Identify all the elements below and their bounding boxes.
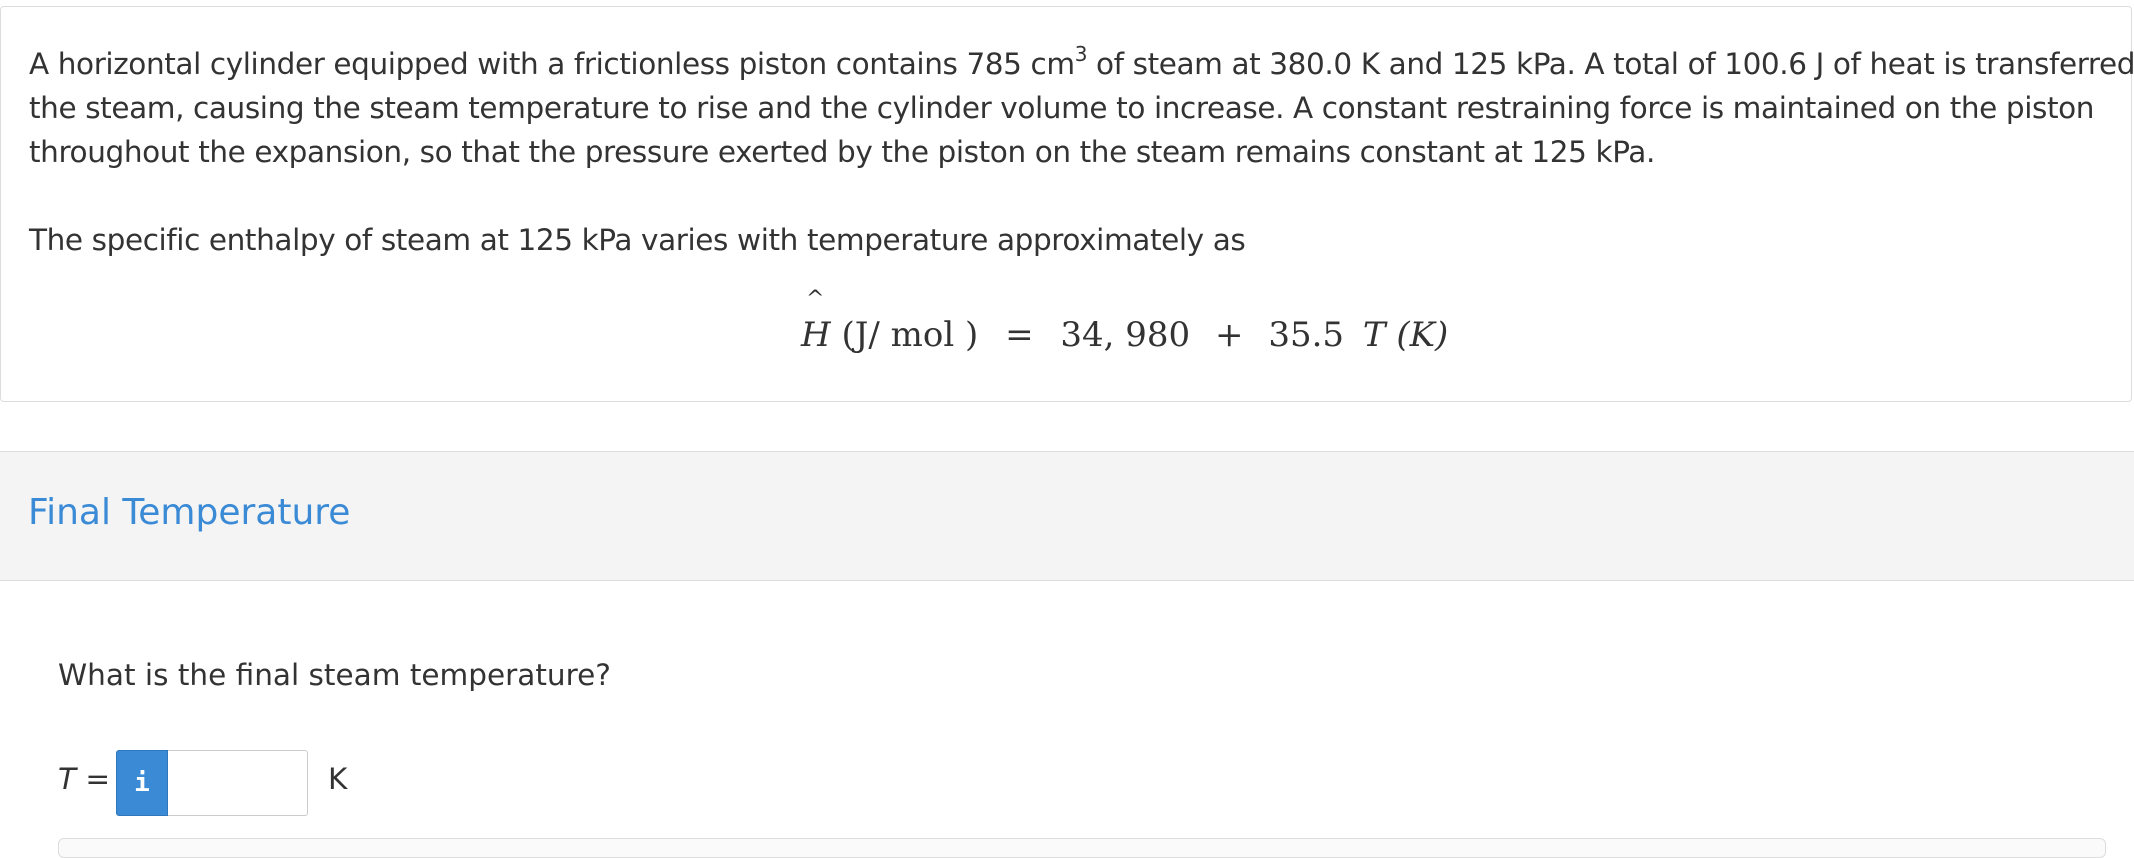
question-text: What is the final steam temperature? xyxy=(58,658,611,692)
equals-sign: = xyxy=(1005,315,1034,355)
superscript-3: 3 xyxy=(1074,42,1088,66)
section-header: Final Temperature xyxy=(0,451,2134,581)
info-icon: i xyxy=(134,768,150,798)
answer-variable-label: T = xyxy=(58,762,110,796)
equation-variable: T xyxy=(1362,315,1386,355)
feedback-panel xyxy=(58,838,2106,858)
enthalpy-equation: ^ H (J/ mol ) = 34, 980 + 35.5 T (K) xyxy=(801,287,1449,355)
info-icon-button[interactable]: i xyxy=(116,750,168,816)
equation-constant: 34, 980 xyxy=(1060,315,1191,355)
problem-line-1-rest: of steam at 380.0 K and 125 kPa. A total… xyxy=(1087,47,2134,81)
answer-equals: = xyxy=(76,762,111,796)
equation-coefficient: 35.5 xyxy=(1268,315,1345,355)
problem-line-3: throughout the expansion, so that the pr… xyxy=(29,135,1655,169)
problem-line-2: the steam, causing the steam temperature… xyxy=(29,91,2095,125)
problem-line-1-text: A horizontal cylinder equipped with a fr… xyxy=(29,47,1075,81)
enthalpy-intro-text: The specific enthalpy of steam at 125 kP… xyxy=(29,223,1246,257)
problem-statement-card: A horizontal cylinder equipped with a fr… xyxy=(0,6,2134,402)
answer-variable: T xyxy=(58,762,77,796)
problem-line-1: A horizontal cylinder equipped with a fr… xyxy=(29,42,2134,86)
section-title: Final Temperature xyxy=(28,492,351,533)
enthalpy-letter: H xyxy=(801,315,831,355)
enthalpy-units: (J/ mol ) xyxy=(830,315,979,355)
temperature-answer-input[interactable] xyxy=(168,750,308,816)
equation-variable-unit: (K) xyxy=(1396,315,1449,355)
hat-accent: ^ xyxy=(806,287,825,312)
plus-sign: + xyxy=(1215,315,1244,355)
enthalpy-symbol: ^ H xyxy=(801,287,831,355)
answer-unit-label: K xyxy=(328,762,348,796)
